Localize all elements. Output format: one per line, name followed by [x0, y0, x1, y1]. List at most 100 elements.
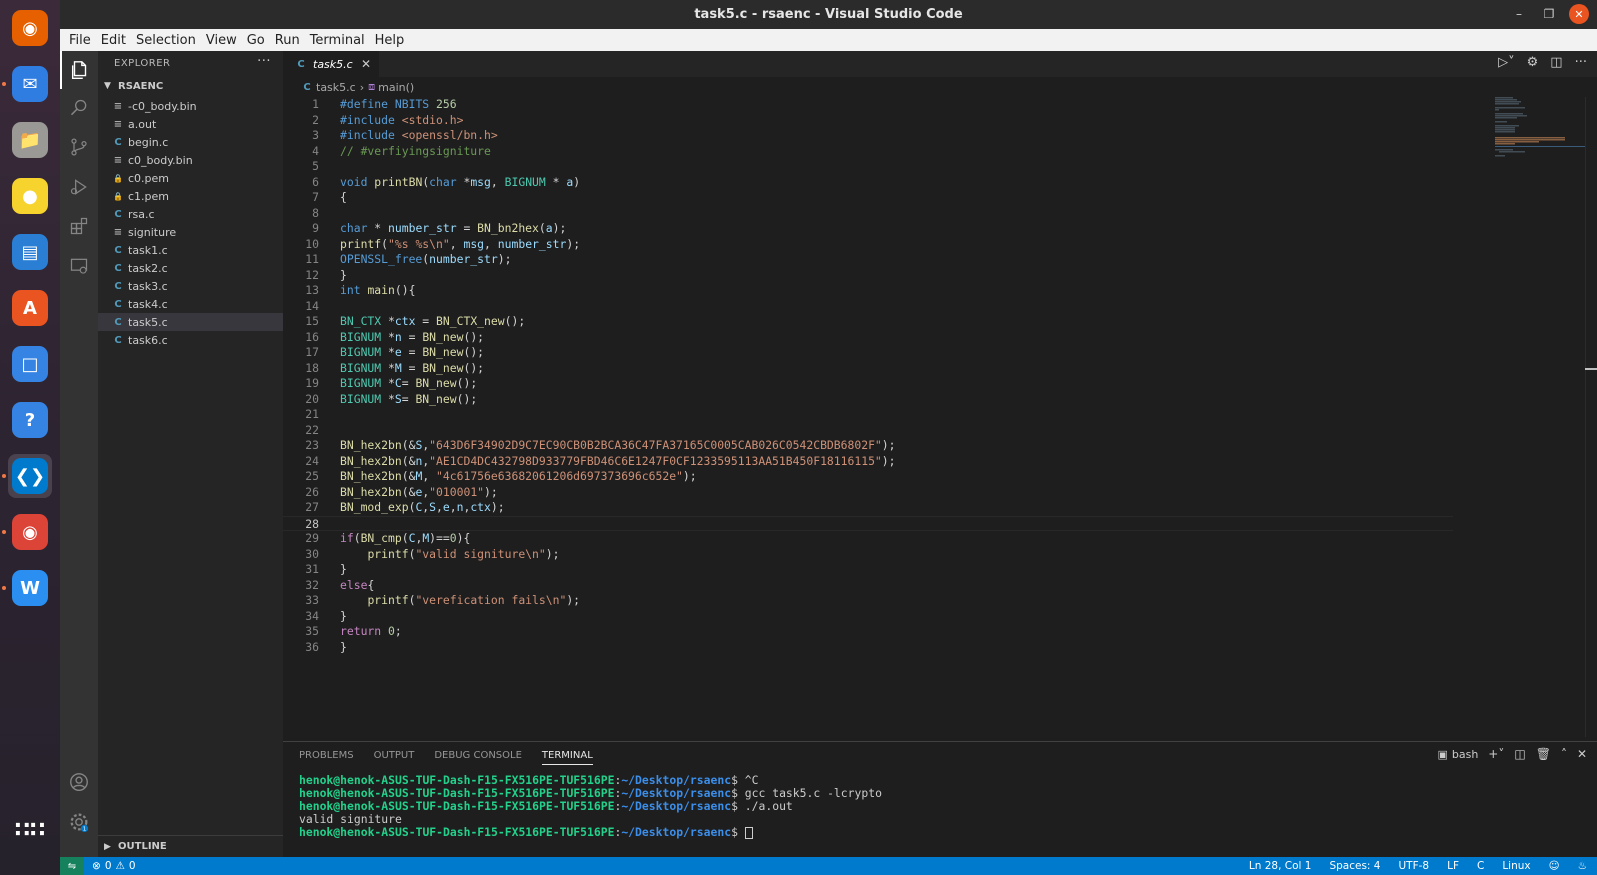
code-line: 34}	[283, 609, 1453, 625]
line-text: // #verfiyingsigniture	[340, 144, 491, 160]
cursor-position[interactable]: Ln 28, Col 1	[1249, 860, 1312, 872]
indentation[interactable]: Spaces: 4	[1329, 860, 1380, 872]
rhythmbox-icon[interactable]: ●	[8, 174, 52, 218]
file-item[interactable]: 🔒 c1.pem	[98, 187, 283, 205]
menu-view[interactable]: View	[201, 33, 242, 48]
file-item[interactable]: ≡ c0_body.bin	[98, 151, 283, 169]
code-token: =	[401, 345, 423, 359]
file-item[interactable]: Ctask2.c	[98, 259, 283, 277]
file-item[interactable]: ≡ -c0_body.bin	[98, 97, 283, 115]
prompt-dollar: $	[731, 786, 745, 800]
file-item[interactable]: Ctask6.c	[98, 331, 283, 349]
feedback-icon[interactable]: ☺	[1549, 860, 1560, 872]
end-of-line[interactable]: LF	[1447, 860, 1459, 872]
tab-problems[interactable]: PROBLEMS	[299, 750, 354, 761]
file-item[interactable]: Crsa.c	[98, 205, 283, 223]
file-item[interactable]: ≡ signiture	[98, 223, 283, 241]
app-center-icon[interactable]: A	[8, 286, 52, 330]
settings-gear-icon[interactable]: ⚙	[1527, 55, 1539, 70]
code-token: BN_hex2bn	[340, 484, 402, 499]
encoding[interactable]: UTF-8	[1398, 860, 1429, 872]
file-item[interactable]: Ctask1.c	[98, 241, 283, 259]
menu-file[interactable]: File	[64, 33, 96, 48]
writer-icon[interactable]: ▤	[8, 230, 52, 274]
line-number: 19	[305, 376, 319, 390]
code-token: e	[394, 345, 402, 359]
maximize-panel-icon[interactable]: ˄	[1561, 747, 1567, 761]
file-item[interactable]: Ctask3.c	[98, 277, 283, 295]
editor-tabs: C task5.c ✕ ▷˅ ⚙ ◫ ···	[283, 51, 1597, 77]
manage-gear-icon[interactable]: 1	[60, 803, 98, 841]
show-apps-icon[interactable]: ∷∷	[8, 808, 52, 852]
more-actions-icon[interactable]: ···	[1575, 55, 1587, 70]
files-icon[interactable]: 📁	[8, 118, 52, 162]
run-icon[interactable]: ▷˅	[1498, 55, 1515, 70]
vscode-icon[interactable]: ❮❯	[8, 454, 52, 498]
tab-task5-c[interactable]: C task5.c ✕	[283, 51, 379, 77]
accounts-icon[interactable]	[60, 763, 98, 801]
maximize-icon[interactable]: ❐	[1539, 4, 1559, 24]
terminal-output[interactable]: henok@henok-ASUS-TUF-Dash-F15-FX516PE-TU…	[299, 774, 882, 839]
problems-status[interactable]: ⊗ 0 ⚠ 0	[84, 860, 136, 872]
thunderbird-icon[interactable]: ✉	[8, 62, 52, 106]
code-token: S	[394, 391, 402, 406]
file-item[interactable]: 🔒 c0.pem	[98, 169, 283, 187]
screenshot-icon[interactable]: □	[8, 342, 52, 386]
line-text: }	[340, 562, 347, 578]
menu-selection[interactable]: Selection	[131, 33, 201, 48]
line-text: printf("%s %s\n", msg, number_str);	[340, 237, 580, 253]
breadcrumb-symbol[interactable]: main()	[378, 81, 414, 94]
extensions-icon[interactable]	[60, 207, 98, 245]
tab-debug-console[interactable]: DEBUG CONSOLE	[434, 750, 522, 761]
close-tab-icon[interactable]: ✕	[361, 57, 371, 71]
language-mode[interactable]: C	[1477, 860, 1484, 872]
chrome-icon[interactable]: ◉	[8, 510, 52, 554]
split-terminal-icon[interactable]: ◫	[1514, 747, 1525, 761]
menu-run[interactable]: Run	[270, 33, 305, 48]
code-token: BN_new	[415, 391, 457, 406]
code-token: main	[367, 283, 395, 297]
close-panel-icon[interactable]: ✕	[1577, 747, 1587, 761]
file-item[interactable]: Ctask4.c	[98, 295, 283, 313]
svg-text:1: 1	[83, 827, 87, 833]
run-debug-icon[interactable]	[60, 168, 98, 206]
editor-scrollbar[interactable]	[1585, 97, 1597, 737]
terminal-cursor	[744, 826, 753, 839]
menu-go[interactable]: Go	[242, 33, 270, 48]
kill-terminal-icon[interactable]: 🗑	[1536, 747, 1551, 761]
more-actions-icon[interactable]: ···	[257, 54, 271, 69]
minimize-icon[interactable]: –	[1509, 4, 1529, 24]
platform[interactable]: Linux	[1502, 860, 1530, 872]
terminal-select[interactable]: ▣ bash	[1437, 748, 1478, 761]
menu-edit[interactable]: Edit	[96, 33, 131, 48]
minimap[interactable]	[1495, 97, 1585, 157]
file-item[interactable]: ≡ a.out	[98, 115, 283, 133]
outline-section[interactable]: ▶ OUTLINE	[98, 835, 283, 857]
file-name: task2.c	[128, 261, 168, 275]
prompt-dollar: $	[731, 825, 745, 839]
help-icon[interactable]: ?	[8, 398, 52, 442]
code-line: 24 BN_hex2bn(&n,"AE1CD4DC432798D933779FBD…	[283, 454, 1453, 470]
new-terminal-icon[interactable]: +˅	[1488, 747, 1504, 761]
code-editor[interactable]: 1 #define NBITS 256 2 #include <stdio.h> 3 #i…	[283, 97, 1453, 655]
wps-icon[interactable]: W	[8, 566, 52, 610]
tab-output[interactable]: OUTPUT	[374, 750, 415, 761]
line-text: }	[340, 268, 347, 284]
firefox-icon[interactable]: ◉	[8, 6, 52, 50]
c-file-icon: C	[114, 262, 122, 274]
file-item[interactable]: Cbegin.c	[98, 133, 283, 151]
notifications-bell-icon[interactable]: ♨	[1578, 860, 1587, 872]
remote-indicator-icon[interactable]: ⇋	[60, 857, 84, 875]
tab-terminal[interactable]: TERMINAL	[541, 750, 593, 765]
breadcrumb-file[interactable]: task5.c	[316, 81, 356, 94]
file-item[interactable]: Ctask5.c	[98, 313, 283, 331]
split-editor-icon[interactable]: ◫	[1550, 55, 1562, 70]
folder-rsaenc[interactable]: ▼ RSAENC	[98, 75, 283, 97]
remote-explorer-icon[interactable]	[60, 247, 98, 285]
explorer-icon[interactable]	[60, 51, 98, 89]
close-icon[interactable]: ✕	[1569, 4, 1589, 24]
menu-help[interactable]: Help	[370, 33, 410, 48]
menu-terminal[interactable]: Terminal	[305, 33, 370, 48]
search-icon[interactable]	[60, 89, 98, 127]
source-control-icon[interactable]	[60, 128, 98, 166]
